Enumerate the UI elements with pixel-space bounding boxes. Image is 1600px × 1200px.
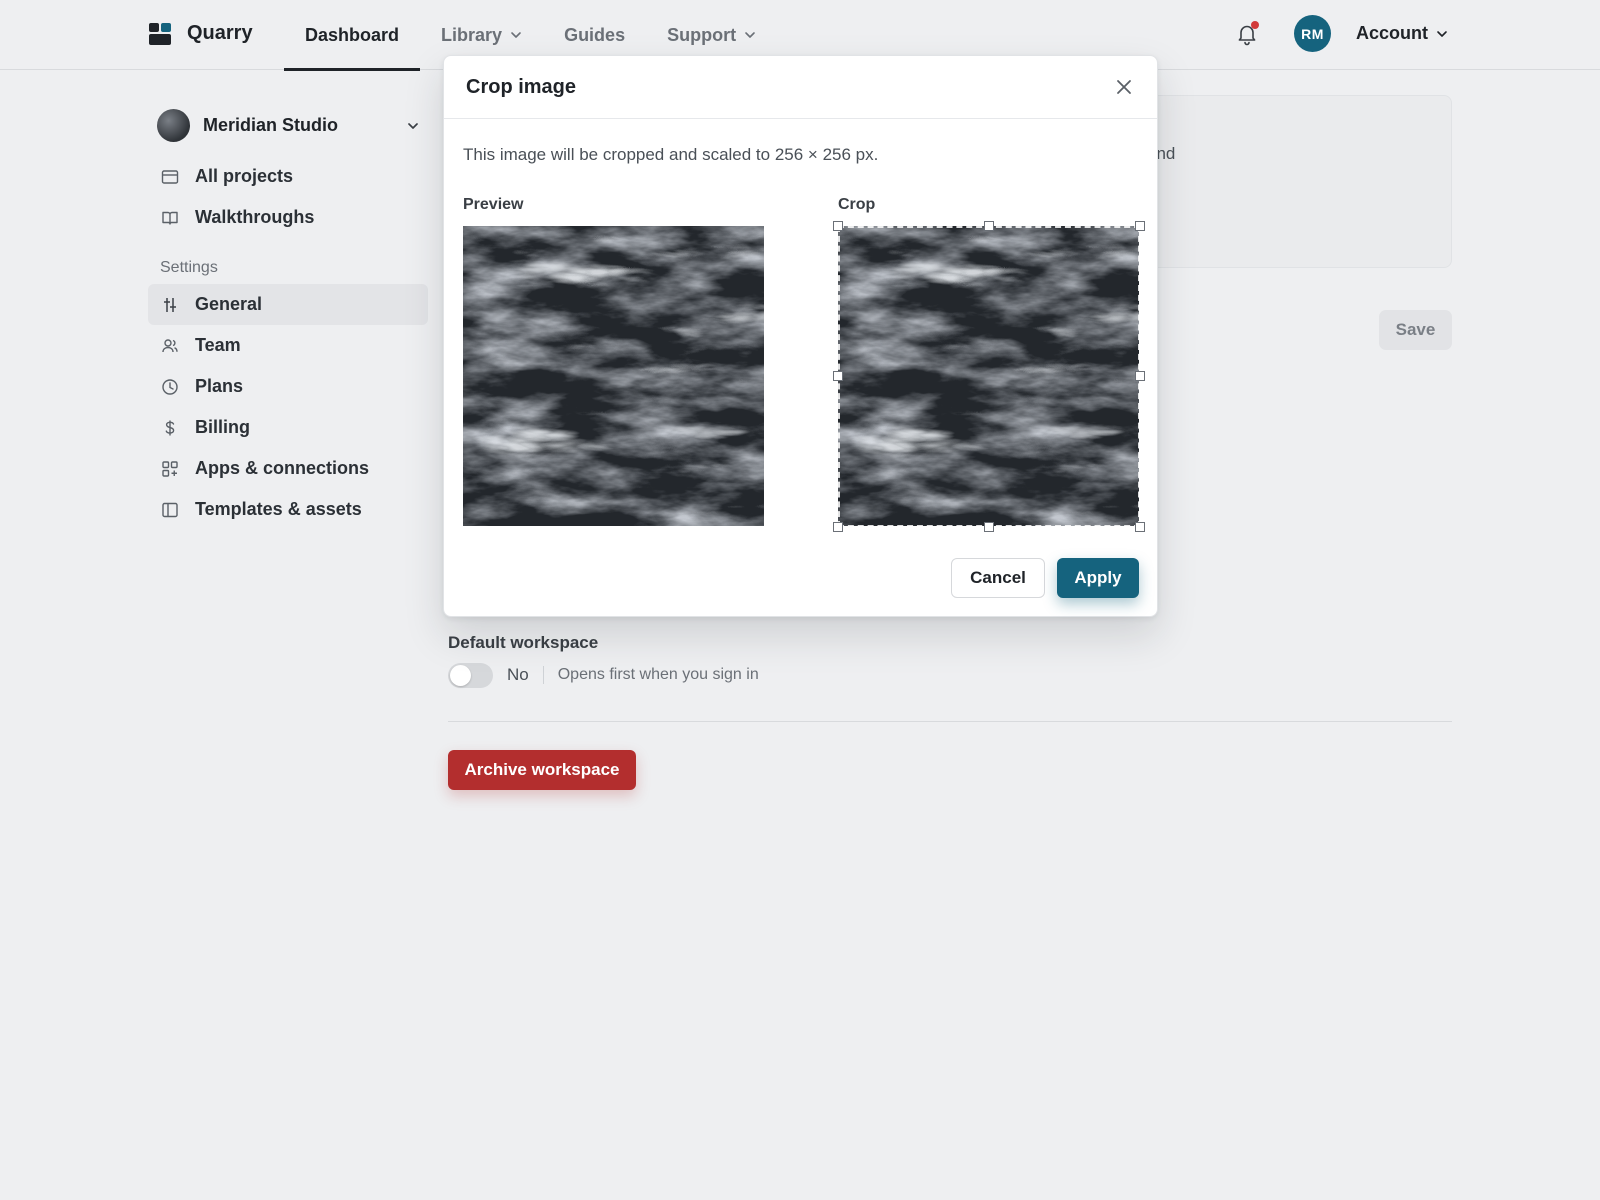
sidebar-item-label: Walkthroughs [195, 207, 315, 227]
users-icon [162, 338, 178, 352]
nav-library-label: Library [441, 24, 503, 45]
sidebar-item-general[interactable]: General [148, 284, 428, 325]
cancel-button[interactable]: Cancel [951, 558, 1045, 598]
book-icon [162, 211, 178, 225]
dialog-description: This image will be cropped and scaled to… [463, 145, 879, 164]
sidebar-item-label: All projects [195, 166, 294, 186]
sidebar-item-team[interactable]: Team [148, 325, 428, 366]
sidebar-item-plans[interactable]: Plans [148, 366, 428, 407]
marble-texture-image [463, 226, 764, 526]
dialog-header: Crop image [444, 56, 1157, 119]
dialog-title: Crop image [466, 76, 577, 98]
crop-handle-top[interactable] [984, 221, 994, 231]
nav-dashboard[interactable]: Dashboard [284, 0, 421, 71]
crop-handle-bottom[interactable] [984, 522, 994, 532]
settings-card [1120, 95, 1452, 268]
brand-name: Quarry [187, 22, 253, 44]
sidebar-item-templates-assets[interactable]: Templates & assets [148, 489, 428, 530]
user-avatar[interactable]: RM [1294, 15, 1331, 52]
apps-icon [162, 460, 178, 477]
archive-workspace-button[interactable]: Archive workspace [448, 750, 636, 790]
quarry-logo-icon [149, 22, 171, 45]
nav-guides-label: Guides [564, 24, 626, 45]
panel-icon [162, 502, 178, 517]
preview-label: Preview [463, 196, 524, 213]
sidebar-item-label: Plans [195, 376, 244, 396]
sidebar-item-label: Team [195, 335, 241, 355]
sidebar-item-label: General [195, 294, 263, 314]
apply-button[interactable]: Apply [1057, 558, 1139, 598]
sidebar-item-label: Apps & connections [195, 458, 370, 478]
notifications-bell-icon[interactable] [1234, 20, 1260, 47]
default-workspace-toggle[interactable] [448, 662, 493, 688]
chevron-down-icon [408, 123, 418, 129]
account-label: Account [1356, 23, 1428, 43]
default-workspace-help: Opens first when you sign in [557, 666, 759, 683]
sidebar-item-label: Templates & assets [195, 499, 362, 519]
crop-handle-bottom-left[interactable] [833, 522, 843, 532]
workspace-switcher[interactable]: Meridian Studio [148, 105, 428, 145]
default-workspace-row: No Opens first when you sign in [448, 662, 759, 688]
default-workspace-label: Default workspace [448, 633, 599, 652]
window-icon [161, 169, 179, 184]
close-icon[interactable] [1113, 76, 1135, 98]
crop-selection[interactable] [833, 221, 1145, 532]
sidebar-item-billing[interactable]: Billing [148, 407, 428, 448]
section-divider [448, 721, 1452, 722]
nav-support-label: Support [667, 24, 737, 45]
account-menu[interactable]: Account [1356, 23, 1448, 44]
default-workspace-value: No [507, 665, 529, 684]
separator [542, 666, 544, 684]
workspace-avatar [157, 108, 190, 142]
sidebar: Meridian Studio All projects Walkthrough… [148, 105, 428, 530]
notification-dot [1251, 20, 1259, 29]
sidebar-top-list: All projects Walkthroughs [148, 156, 428, 238]
top-right-actions: RM Account [1234, 15, 1448, 52]
brand[interactable]: Quarry [149, 22, 253, 45]
sidebar-item-label: Billing [195, 417, 250, 437]
dollar-icon [165, 420, 175, 435]
crop-handle-top-right[interactable] [1135, 221, 1145, 231]
chevron-down-icon [511, 32, 521, 38]
crop-handle-bottom-right[interactable] [1135, 522, 1145, 532]
save-button[interactable]: Save [1379, 310, 1452, 350]
crop-handle-right[interactable] [1135, 371, 1145, 381]
clock-icon [162, 378, 178, 395]
toggle-knob [450, 664, 471, 686]
workspace-name: Meridian Studio [203, 114, 338, 135]
sliders-icon [164, 297, 176, 312]
sidebar-item-apps-connections[interactable]: Apps & connections [148, 448, 428, 489]
chevron-down-icon [745, 32, 755, 38]
sidebar-item-all-projects[interactable]: All projects [148, 156, 428, 197]
crop-image-dialog: Crop image This image will be cropped an… [443, 55, 1158, 617]
nav-dashboard-label: Dashboard [305, 24, 400, 45]
preview-image [463, 226, 764, 526]
chevron-down-icon [1437, 30, 1447, 37]
crop-label: Crop [838, 196, 876, 213]
sidebar-settings-list: General Team Plans Billing Apps & connec… [148, 284, 428, 530]
settings-heading: Settings [160, 259, 218, 276]
sidebar-item-walkthroughs[interactable]: Walkthroughs [148, 197, 428, 238]
crop-handle-left[interactable] [833, 371, 843, 381]
crop-outline [838, 226, 1140, 527]
crop-handle-top-left[interactable] [833, 221, 843, 231]
